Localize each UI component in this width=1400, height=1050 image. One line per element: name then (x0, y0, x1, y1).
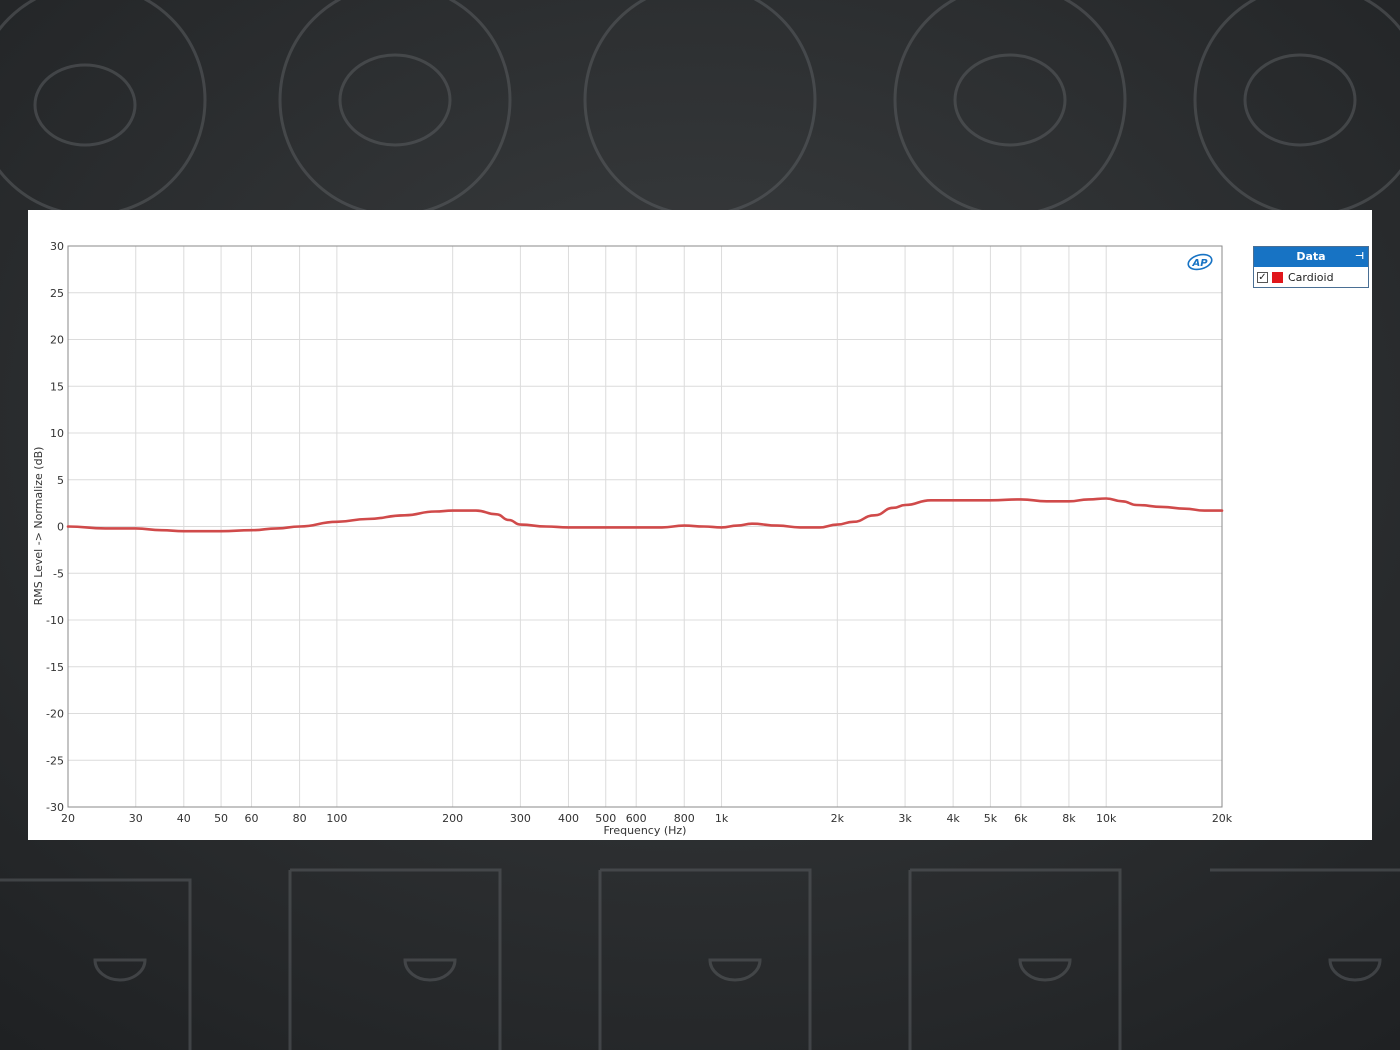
y-tick-label: 5 (57, 474, 64, 487)
x-axis-title: Frequency (Hz) (604, 824, 687, 837)
legend-header: Data ⊣ (1254, 247, 1368, 267)
y-axis-title: RMS Level -> Normalize (dB) (32, 447, 45, 606)
legend: Data ⊣ ✓ Cardioid (1253, 246, 1369, 288)
x-tick-label: 20 (61, 812, 75, 825)
x-tick-label: 50 (214, 812, 228, 825)
chart-panel: 30 25 20 15 10 5 0 -5 -10 -15 -20 -25 -30 20 30 40 50 60… (28, 210, 1372, 840)
y-tick-label: -20 (46, 708, 64, 721)
frequency-response-chart: 302520151050-5-10-15-20-25-30 20 30 40 50 60… (32, 240, 1233, 837)
x-tick-label: 6k (1014, 812, 1028, 825)
x-tick-label: 60 (245, 812, 259, 825)
y-tick-label: -5 (53, 567, 64, 580)
legend-swatch (1272, 271, 1283, 283)
y-tick-label: -15 (46, 661, 64, 674)
x-tick-label: 1k (715, 812, 729, 825)
legend-title: Data (1296, 250, 1326, 263)
x-tick-label: 5k (984, 812, 998, 825)
x-tick-label: 40 (177, 812, 191, 825)
pin-icon[interactable]: ⊣ (1355, 247, 1364, 267)
ap-logo: AP (1187, 253, 1213, 271)
y-tick-labels: 302520151050-5-10-15-20-25-30 (46, 240, 64, 814)
x-tick-label: 30 (129, 812, 143, 825)
x-tick-label: 20k (1212, 812, 1233, 825)
y-tick-label: -25 (46, 754, 64, 767)
y-tick-label: 30 (50, 240, 64, 253)
y-tick-label: 10 (50, 427, 64, 440)
x-tick-label: 8k (1062, 812, 1076, 825)
y-tick-label: 20 (50, 334, 64, 347)
y-tick-label: 15 (50, 380, 64, 393)
legend-item-cardioid[interactable]: ✓ Cardioid (1254, 267, 1368, 287)
x-tick-label: 3k (898, 812, 912, 825)
x-tick-label: 2k (831, 812, 845, 825)
x-tick-label: 80 (293, 812, 307, 825)
x-tick-label: 4k (946, 812, 960, 825)
y-tick-label: 25 (50, 287, 64, 300)
x-tick-label: 400 (558, 812, 579, 825)
x-tick-label: 300 (510, 812, 531, 825)
legend-checkbox[interactable]: ✓ (1257, 271, 1268, 283)
y-tick-label: -10 (46, 614, 64, 627)
ap-logo-text: AP (1191, 258, 1208, 269)
legend-item-label: Cardioid (1288, 270, 1334, 284)
x-tick-label: 100 (326, 812, 347, 825)
x-tick-label: 200 (442, 812, 463, 825)
y-tick-label: 0 (57, 521, 64, 534)
x-tick-label: 10k (1096, 812, 1117, 825)
